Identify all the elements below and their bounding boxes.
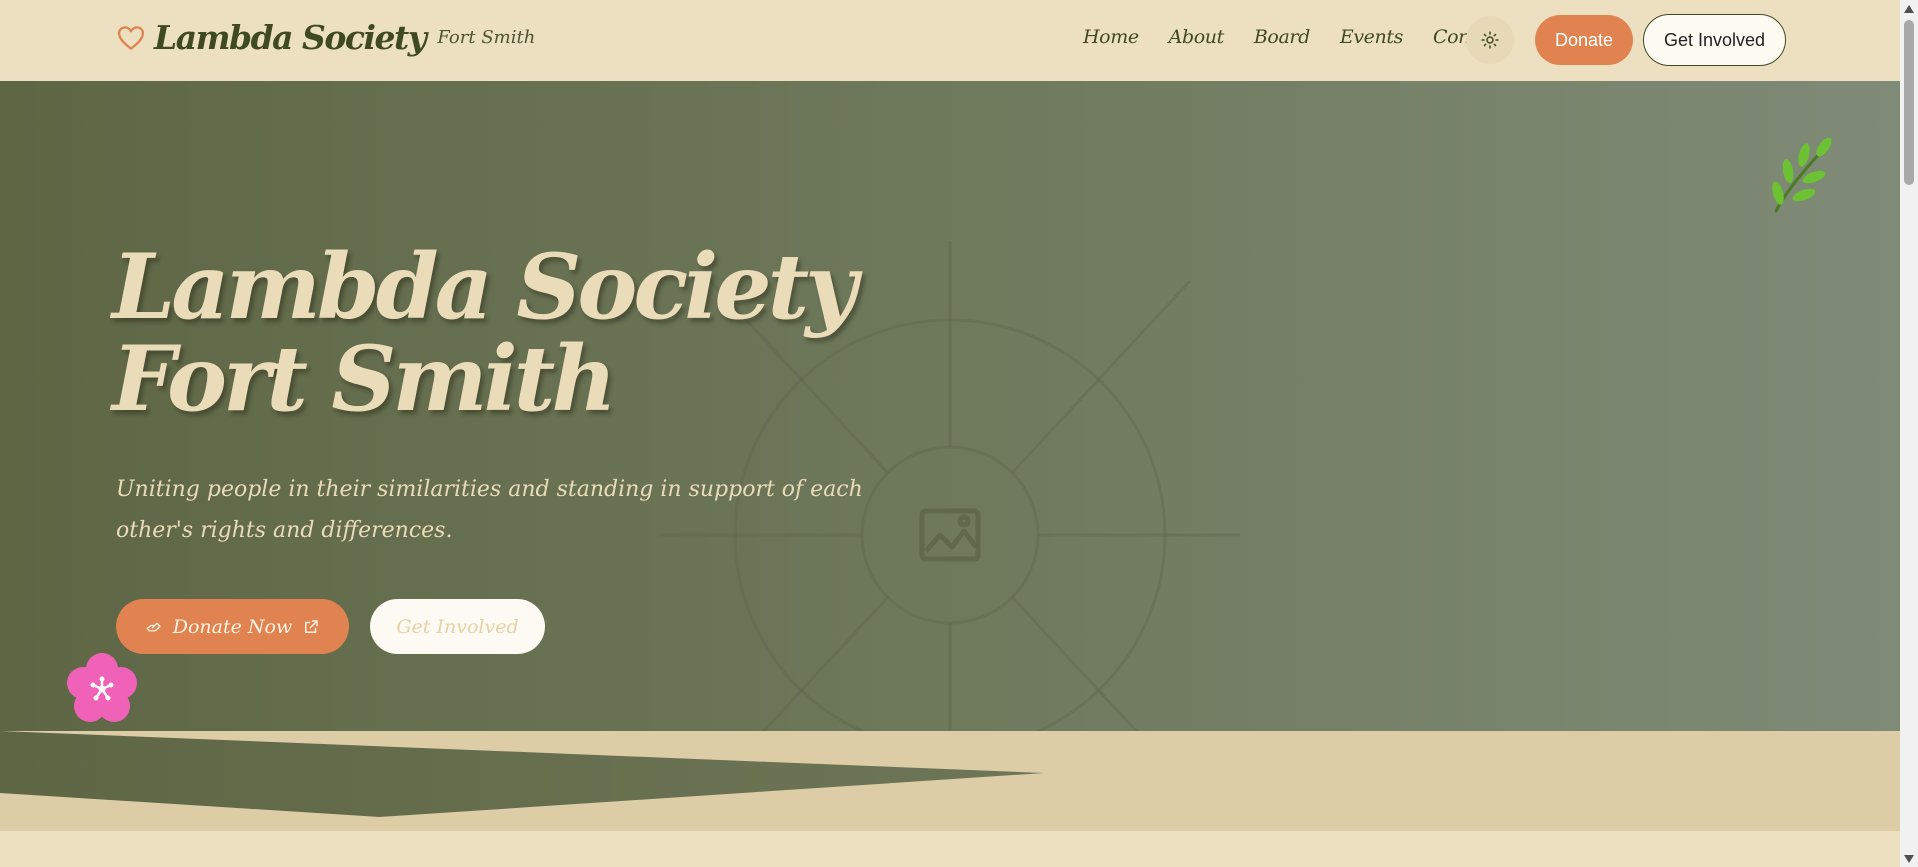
- brand-subtitle: Fort Smith: [437, 27, 536, 48]
- hero-title-line1: Lambda Society: [112, 234, 857, 340]
- scroll-down-arrow-icon[interactable]: [1904, 855, 1914, 863]
- next-section-top: [0, 831, 1900, 867]
- nav-home[interactable]: Home: [1083, 26, 1139, 48]
- scrollbar-thumb[interactable]: [1904, 20, 1914, 185]
- page-scrollbar[interactable]: [1900, 0, 1918, 867]
- theme-toggle-button[interactable]: [1466, 16, 1514, 64]
- leaf-sprig-icon: [1772, 137, 1832, 213]
- external-link-icon: [305, 619, 318, 633]
- brand-logo-link[interactable]: Lambda Society Fort Smith: [116, 18, 535, 57]
- hero-get-involved-button[interactable]: Get Involved: [370, 599, 545, 654]
- sun-icon: [1481, 31, 1499, 49]
- hero-title-line2: Fort Smith: [112, 326, 617, 432]
- hero-tagline: Uniting people in their similarities and…: [116, 477, 863, 543]
- hand-heart-icon: [146, 622, 161, 631]
- divider-shape: [0, 731, 1044, 817]
- heart-icon: [118, 25, 144, 50]
- nav-about[interactable]: About: [1169, 26, 1225, 48]
- hero-section: Lambda Society Fort Smith Uniting people…: [0, 81, 1900, 731]
- hero-title: Lambda Society Fort Smith: [112, 234, 857, 432]
- brand-title: Lambda Society: [154, 18, 427, 57]
- get-involved-button[interactable]: Get Involved: [1643, 14, 1786, 66]
- donate-button[interactable]: Donate: [1535, 15, 1633, 65]
- scroll-up-arrow-icon[interactable]: [1904, 5, 1914, 13]
- nav-board[interactable]: Board: [1254, 26, 1310, 48]
- donate-now-label: Donate Now: [172, 615, 293, 638]
- site-header: Lambda Society Fort Smith Home About Boa…: [0, 0, 1900, 81]
- donate-now-button[interactable]: Donate Now: [116, 599, 349, 654]
- flower-icon: [67, 653, 137, 722]
- nav-events[interactable]: Events: [1340, 26, 1403, 48]
